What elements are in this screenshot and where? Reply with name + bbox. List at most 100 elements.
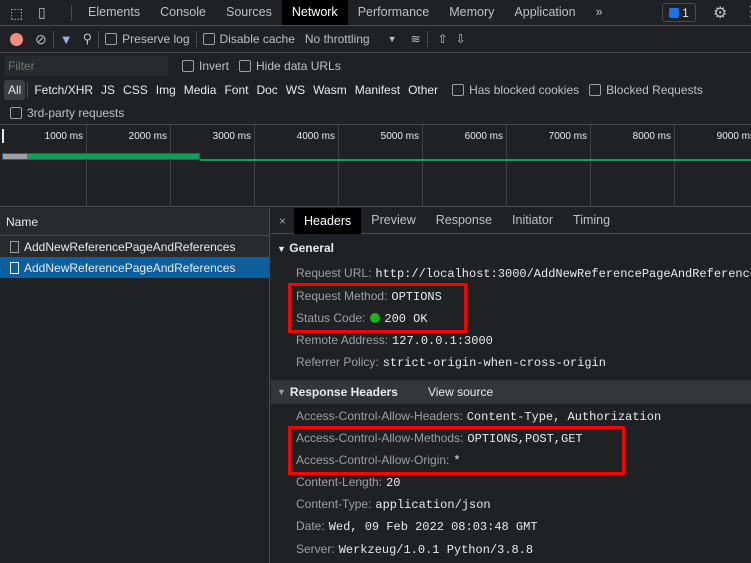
general-section-toggle[interactable]: ▼ General [277,241,334,255]
highlight-box [288,283,467,333]
tab-network[interactable]: Network [281,0,348,25]
resource-type-filters: All Fetch/XHR JS CSS Img Media Font Doc … [4,79,751,101]
header-key: Access-Control-Allow-Headers: [296,409,463,423]
search-icon[interactable]: ⚲ [83,31,93,47]
tab-headers[interactable]: Headers [294,207,362,234]
issues-count: 1 [682,5,689,20]
tab-timing[interactable]: Timing [563,208,620,233]
tick-label: 1000 ms [44,131,83,142]
issues-button[interactable]: 1 [662,3,696,22]
response-header-row: Access-Control-Allow-Headers: Content-Typ… [296,409,661,424]
tab-response[interactable]: Response [426,208,502,233]
invert-label: Invert [199,59,230,73]
type-js[interactable]: JS [97,80,119,100]
dom-content-line [200,159,751,161]
request-bar [2,153,200,160]
header-value: strict-origin-when-cross-origin [382,356,606,370]
tick-label: 8000 ms [632,131,671,142]
tick-label: 3000 ms [212,131,251,142]
type-other[interactable]: Other [404,80,442,100]
timeline-tick: 1000 ms [3,125,87,207]
header-key: Request URL: [296,266,372,280]
inspect-element-icon[interactable]: ⬚ [10,5,23,22]
header-key: Referrer Policy: [296,355,379,369]
type-fetch-xhr[interactable]: Fetch/XHR [30,80,97,100]
filter-row: Invert Hide data URLs [0,53,751,79]
preserve-log-label: Preserve log [122,32,190,46]
tick-label: 6000 ms [464,131,503,142]
header-key: Date: [296,519,325,533]
type-wasm[interactable]: Wasm [309,80,351,100]
triangle-down-icon: ▼ [277,387,286,397]
export-har-icon[interactable]: ⇩ [456,32,466,46]
request-name: AddNewReferencePageAndReferences [24,239,236,254]
clear-icon[interactable]: ⊘ [35,31,47,48]
view-source-link[interactable]: View source [428,385,493,399]
hide-data-urls-checkbox[interactable]: Hide data URLs [239,59,341,73]
header-value: 20 [386,476,401,490]
tab-performance[interactable]: Performance [348,0,440,25]
disable-cache-checkbox[interactable]: Disable cache [202,32,295,46]
request-row-selected[interactable]: AddNewReferencePageAndReferences [0,257,269,278]
throttling-value: No throttling [304,32,370,46]
timeline-tick: 3000 ms [171,125,255,207]
response-headers-section[interactable]: ▼ Response Headers View source [271,380,751,404]
hide-data-urls-label: Hide data URLs [256,59,341,73]
tab-elements[interactable]: Elements [78,0,150,25]
remote-address-row: Remote Address: 127.0.0.1:3000 [296,333,493,348]
more-tabs-icon[interactable]: » [586,0,613,25]
tab-preview[interactable]: Preview [361,208,425,233]
type-ws[interactable]: WS [282,80,309,100]
filter-icon[interactable]: ▼ [60,32,73,47]
type-media[interactable]: Media [180,80,221,100]
has-blocked-cookies-label: Has blocked cookies [469,83,580,97]
request-row[interactable]: AddNewReferencePageAndReferences [0,236,269,257]
third-party-checkbox[interactable]: 3rd-party requests [10,106,124,120]
type-css[interactable]: CSS [119,80,152,100]
blocked-requests-label: Blocked Requests [606,83,703,97]
header-key: Remote Address: [296,333,389,347]
general-title: General [289,241,334,255]
tab-memory[interactable]: Memory [439,0,504,25]
tick-label: 9000 ms [716,131,751,142]
record-icon[interactable] [10,32,23,46]
disable-cache-label: Disable cache [219,32,295,46]
timeline-tick: 5000 ms [339,125,423,207]
tick-label: 5000 ms [380,131,419,142]
third-party-row: 3rd-party requests [0,102,751,125]
more-options-icon[interactable]: ⋮ [744,3,751,20]
header-value: Wed, 09 Feb 2022 08:03:48 GMT [328,520,538,534]
name-column-header[interactable]: Name [0,208,269,236]
requests-panel: Name AddNewReferencePageAndReferences Ad… [0,208,270,563]
timeline-overview[interactable]: 1000 ms 2000 ms 3000 ms 4000 ms 5000 ms 6000 … [0,125,751,207]
blocked-requests-checkbox[interactable]: Blocked Requests [589,83,703,97]
tab-application[interactable]: Application [504,0,585,25]
response-header-row: Content-Type: application/json [296,497,491,512]
response-header-row: Content-Length: 20 [296,475,400,490]
has-blocked-cookies-checkbox[interactable]: Has blocked cookies [452,83,579,97]
tab-sources[interactable]: Sources [216,0,282,25]
device-toolbar-icon[interactable]: ▯ [38,4,46,21]
header-value: http://localhost:3000/AddNewReferencePag… [375,267,751,281]
preserve-log-checkbox[interactable]: Preserve log [105,32,190,46]
throttling-select[interactable]: No throttling ▼ [305,32,397,46]
close-icon[interactable]: × [279,214,286,228]
tab-initiator[interactable]: Initiator [502,208,563,233]
type-all[interactable]: All [4,80,26,100]
filter-input[interactable] [5,56,168,76]
network-conditions-icon[interactable]: ≋ [411,32,421,46]
third-party-label: 3rd-party requests [27,106,125,120]
tab-console[interactable]: Console [150,0,216,25]
settings-gear-icon[interactable]: ⚙ [713,3,727,23]
request-name: AddNewReferencePageAndReferences [24,260,236,275]
type-manifest[interactable]: Manifest [351,80,404,100]
response-headers-title: Response Headers [289,385,398,399]
type-doc[interactable]: Doc [252,80,281,100]
type-font[interactable]: Font [220,80,252,100]
header-value: Content-Type, Authorization [466,410,662,424]
header-key: Content-Type: [296,497,372,511]
invert-checkbox[interactable]: Invert [182,59,229,73]
tick-label: 7000 ms [548,131,587,142]
import-har-icon[interactable]: ⇧ [438,32,448,46]
type-img[interactable]: Img [152,80,180,100]
